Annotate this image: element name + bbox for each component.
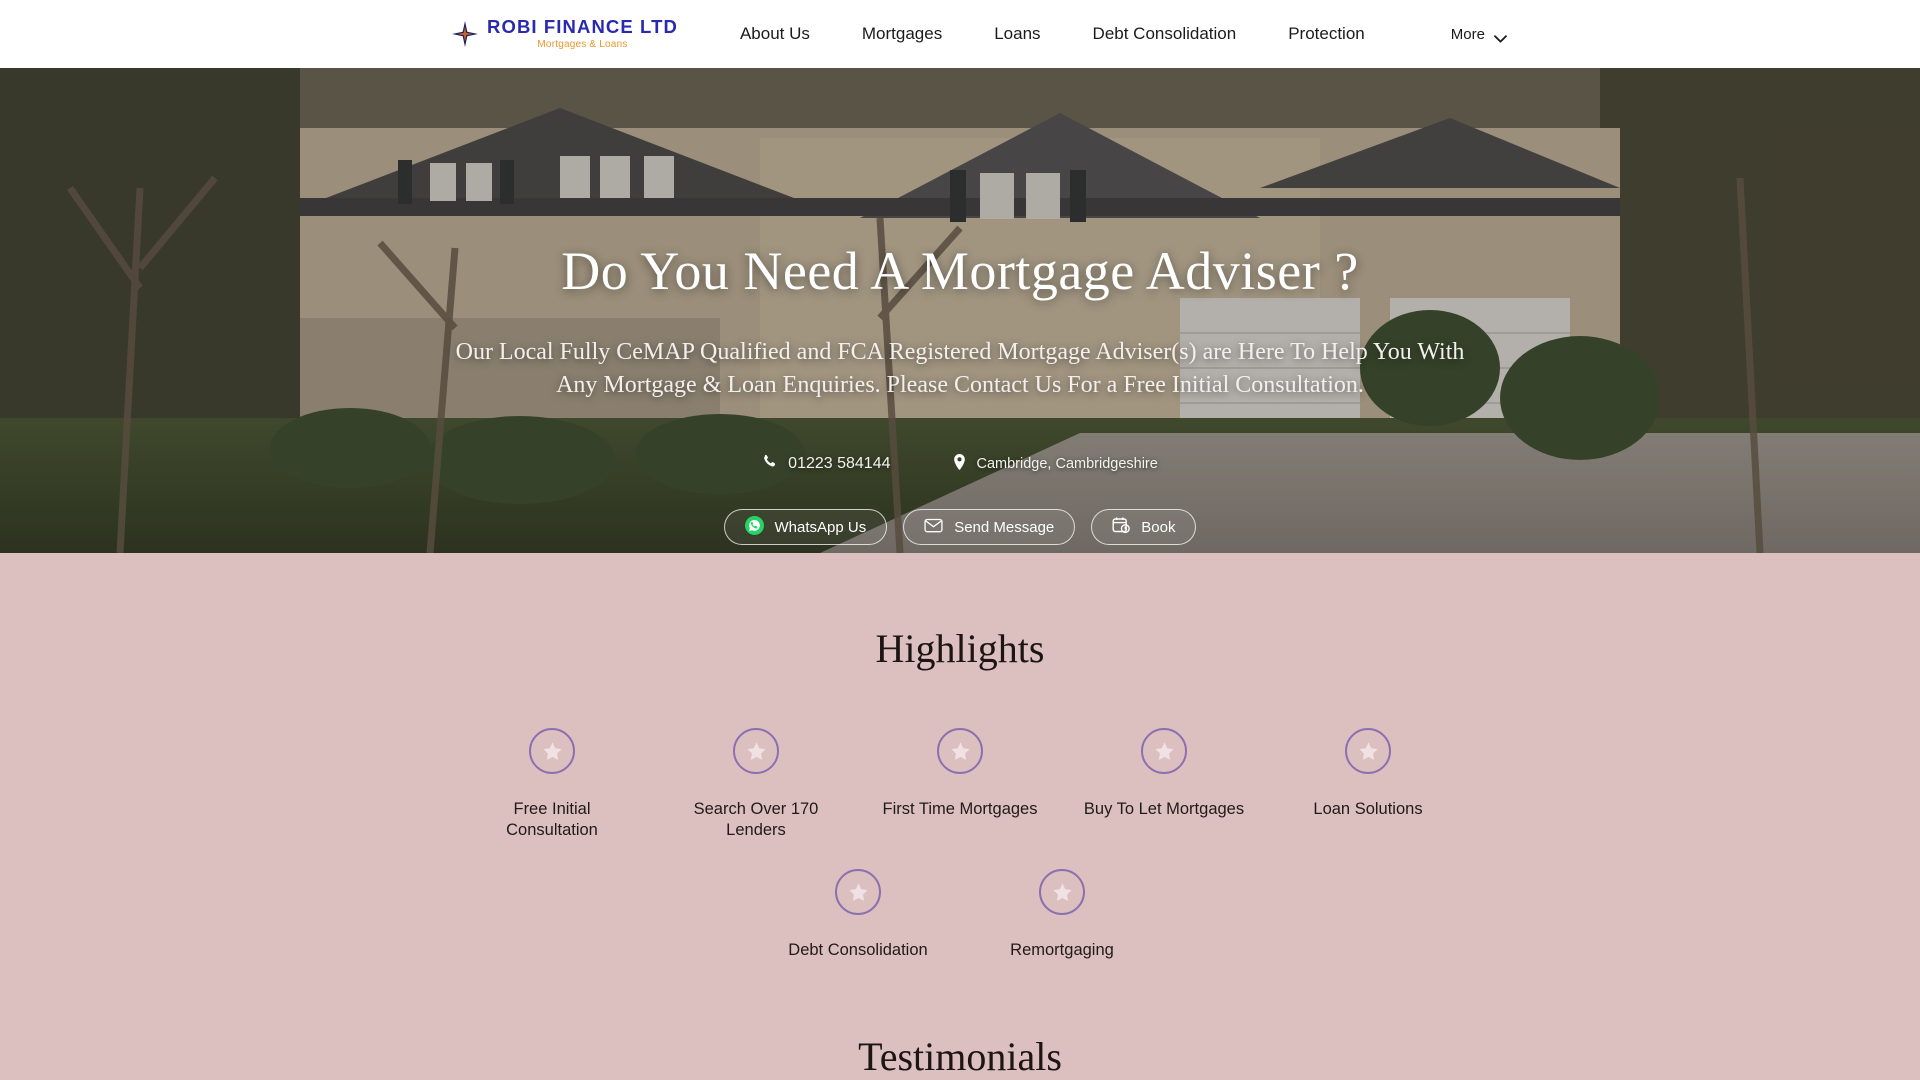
star-icon [733,728,779,774]
four-point-star-icon [452,21,478,47]
site-header: ROBI FINANCE LTD Mortgages & Loans About… [0,0,1920,68]
star-icon [1345,728,1391,774]
logo[interactable]: ROBI FINANCE LTD Mortgages & Loans [452,18,678,50]
location-label: Cambridge, Cambridgeshire [976,456,1158,473]
map-pin-icon [953,454,966,474]
hero-subtitle: Our Local Fully CeMAP Qualified and FCA … [455,339,1465,399]
logo-tagline: Mortgages & Loans [537,38,628,50]
nav-item-more[interactable]: More [1425,26,1533,43]
highlight-label: First Time Mortgages [882,800,1038,818]
highlights-title: Highlights [875,626,1045,671]
star-icon [937,728,983,774]
book-button[interactable]: Book [1091,509,1197,546]
nav-item-about-us[interactable]: About Us [714,24,836,44]
nav-item-debt-consolidation[interactable]: Debt Consolidation [1067,24,1263,44]
highlight-item[interactable]: Search Over 170 Lenders [654,728,858,841]
highlight-item[interactable]: First Time Mortgages [858,728,1062,841]
nav-item-loans[interactable]: Loans [968,24,1066,44]
send-message-button[interactable]: Send Message [903,509,1076,546]
hero-title: Do You Need A Mortgage Adviser ? [561,241,1359,301]
testimonials-title: Testimonials [858,1034,1062,1080]
highlight-item[interactable]: Debt Consolidation [756,869,960,961]
phone-icon [762,454,777,474]
nav-item-mortgages[interactable]: Mortgages [836,24,968,44]
star-icon [1039,869,1085,916]
chevron-down-icon [1494,30,1507,43]
logo-name: ROBI FINANCE LTD [487,16,678,38]
whatsapp-us-button[interactable]: WhatsApp Us [723,509,888,546]
highlight-label: Debt Consolidation [788,941,928,960]
star-icon [835,869,881,916]
location-contact[interactable]: Cambridge, Cambridgeshire [953,454,1158,474]
testimonials-section: Testimonials [0,961,1920,1080]
highlights-row-1: Free Initial Consultation Search Over 17… [0,728,1920,841]
highlights-row-2: Debt Consolidation Remortgaging [0,869,1920,961]
highlight-label: Remortgaging [1010,941,1114,960]
star-icon [529,728,575,774]
logo-text: ROBI FINANCE LTD Mortgages & Loans [487,18,678,50]
hero-section: Do You Need A Mortgage Adviser ? Our Loc… [0,68,1920,553]
send-message-label: Send Message [954,518,1055,536]
main-nav: About Us Mortgages Loans Debt Consolidat… [714,24,1533,44]
book-label: Book [1141,518,1176,536]
highlight-label: Search Over 170 Lenders [693,800,819,840]
highlights-section: Highlights Free Initial Consultation Sea… [0,553,1920,962]
hero-action-buttons: WhatsApp Us Send Message Book [723,509,1197,546]
highlight-item[interactable]: Remortgaging [960,869,1164,961]
nav-item-protection[interactable]: Protection [1262,24,1391,44]
whatsapp-us-label: WhatsApp Us [774,518,867,536]
envelope-icon [924,518,943,537]
nav-more-label: More [1450,25,1485,43]
highlight-item[interactable]: Loan Solutions [1266,728,1470,841]
whatsapp-icon [744,515,764,539]
highlight-item[interactable]: Buy To Let Mortgages [1062,728,1266,841]
highlight-label: Buy To Let Mortgages [1083,800,1245,818]
phone-contact[interactable]: 01223 584144 [762,454,891,474]
star-icon [1141,728,1187,774]
highlight-label: Loan Solutions [1313,800,1423,818]
highlight-label: Free Initial Consultation [506,800,598,840]
hero-contact-row: 01223 584144 Cambridge, Cambridgeshire [762,454,1158,474]
phone-label: 01223 584144 [788,455,891,473]
highlight-item[interactable]: Free Initial Consultation [450,728,654,841]
calendar-clock-icon [1112,516,1131,538]
